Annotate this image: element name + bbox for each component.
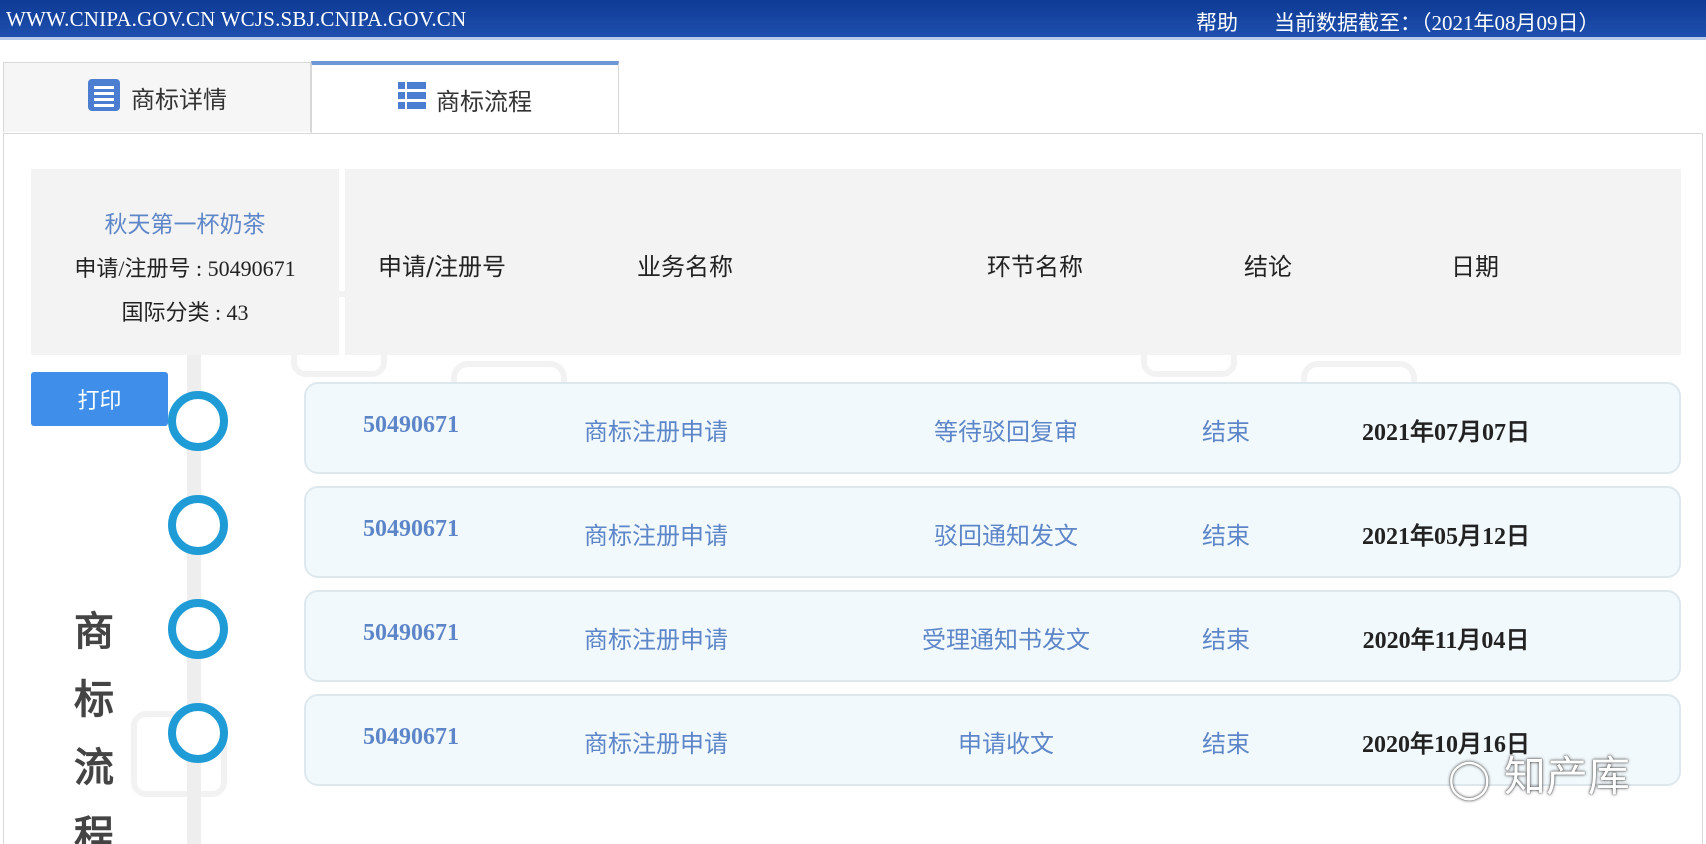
trademark-info-box: 秋天第一杯奶茶 申请/注册号 : 50490671 国际分类 : 43	[31, 169, 339, 355]
data-cutoff-date: 当前数据截至：（2021年08月09日）	[1274, 11, 1600, 35]
watermark-text: 知产库	[1503, 752, 1630, 801]
top-bar: WWW.CNIPA.GOV.CN WCJS.SBJ.CNIPA.GOV.CN 帮…	[0, 0, 1706, 40]
timeline-row: 50490671 商标注册申请 驳回通知发文 结束 2021年05月12日	[4, 486, 1702, 582]
help-link[interactable]: 帮助	[1196, 7, 1238, 37]
record-result[interactable]: 结束	[1176, 412, 1276, 447]
record-reg-no[interactable]: 50490671	[326, 724, 496, 751]
site-urls: WWW.CNIPA.GOV.CN WCJS.SBJ.CNIPA.GOV.CN	[6, 7, 467, 31]
watermark-logo: ◯ 知产库	[1448, 743, 1630, 804]
record-step[interactable]: 受理通知书发文	[876, 620, 1136, 655]
record-step[interactable]: 等待驳回复审	[876, 412, 1136, 447]
timeline-node-icon	[168, 599, 228, 659]
chat-bubble-icon: ◯	[1448, 756, 1491, 800]
timeline-row: 50490671 商标注册申请 等待驳回复审 结束 2021年07月07日	[4, 382, 1702, 478]
header-business: 业务名称	[637, 253, 733, 281]
record-result[interactable]: 结束	[1176, 516, 1276, 551]
record-step[interactable]: 驳回通知发文	[876, 516, 1136, 551]
table-header: 申请/注册号 业务名称 环节名称 结论 日期	[345, 169, 1681, 355]
record-date: 2021年05月12日	[1362, 524, 1530, 550]
record-reg-no[interactable]: 50490671	[326, 620, 496, 647]
record-date: 2020年11月04日	[1362, 628, 1530, 654]
record-result[interactable]: 结束	[1176, 724, 1276, 759]
process-record: 50490671 商标注册申请 驳回通知发文 结束 2021年05月12日	[304, 486, 1681, 578]
record-reg-no[interactable]: 50490671	[326, 516, 496, 543]
tab-trademark-details[interactable]: 商标详情	[3, 62, 311, 132]
process-record: 50490671 商标注册申请 受理通知书发文 结束 2020年11月04日	[304, 590, 1681, 682]
record-reg-no[interactable]: 50490671	[326, 412, 496, 439]
timeline-node-icon	[168, 391, 228, 451]
record-business[interactable]: 商标注册申请	[556, 412, 756, 447]
record-date: 2021年07月07日	[1362, 420, 1530, 446]
process-record: 50490671 商标注册申请 等待驳回复审 结束 2021年07月07日	[304, 382, 1681, 474]
timeline-node-icon	[168, 703, 228, 763]
record-business[interactable]: 商标注册申请	[556, 724, 756, 759]
timeline-row: 50490671 商标注册申请 受理通知书发文 结束 2020年11月04日	[4, 590, 1702, 686]
header-reg-no: 申请/注册号	[377, 253, 507, 281]
tab-label: 商标流程	[436, 87, 532, 116]
side-title-char: 程	[74, 813, 114, 844]
record-step[interactable]: 申请收文	[876, 724, 1136, 759]
table-list-icon	[398, 82, 426, 116]
document-list-icon	[87, 78, 121, 118]
international-class: 国际分类 : 43	[121, 300, 249, 325]
registration-number: 申请/注册号 : 50490671	[74, 256, 296, 281]
tab-trademark-process[interactable]: 商标流程	[311, 61, 619, 133]
trademark-name[interactable]: 秋天第一杯奶茶	[31, 205, 339, 239]
record-business[interactable]: 商标注册申请	[556, 516, 756, 551]
tab-label: 商标详情	[131, 86, 227, 114]
timeline-node-icon	[168, 495, 228, 555]
process-panel: 秋天第一杯奶茶 申请/注册号 : 50490671 国际分类 : 43 申请/注…	[3, 133, 1703, 844]
header-result: 结论	[1244, 253, 1292, 281]
header-date: 日期	[1451, 253, 1499, 281]
record-business[interactable]: 商标注册申请	[556, 620, 756, 655]
record-result[interactable]: 结束	[1176, 620, 1276, 655]
header-step: 环节名称	[987, 253, 1083, 281]
